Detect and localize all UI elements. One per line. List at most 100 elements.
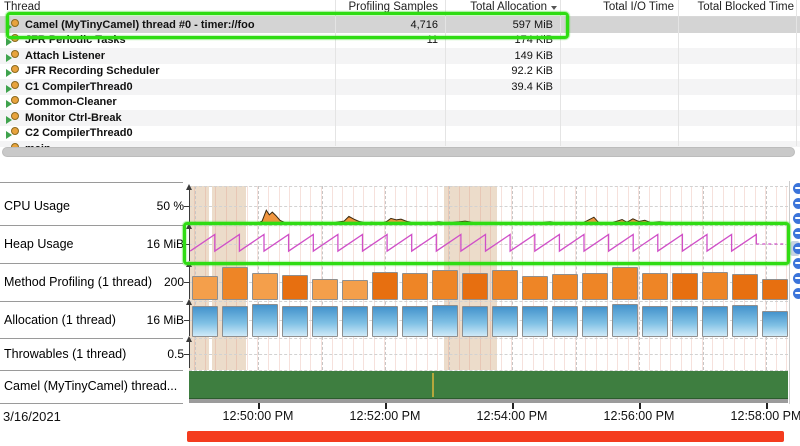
lane-separator <box>0 370 183 371</box>
lane-label: Allocation (1 thread) <box>4 312 116 328</box>
chart-tool-icon[interactable] <box>793 273 800 284</box>
annotation-box-thread-row <box>6 12 569 39</box>
allocation-bar <box>312 306 338 337</box>
thread-cell: JFR Recording Scheduler <box>0 65 335 77</box>
lane-separator <box>0 301 183 302</box>
allocation-bar <box>222 306 248 337</box>
thread-running-icon <box>6 81 21 93</box>
lane-label: CPU Usage <box>4 198 70 214</box>
allocation-cell: 39.4 KiB <box>445 81 560 93</box>
method-profiling-bar <box>192 276 218 300</box>
lane-separator <box>0 182 183 183</box>
lane-separator <box>0 263 183 264</box>
method-profiling-bar <box>732 274 758 300</box>
allocation-bar <box>492 306 518 337</box>
horizontal-gridline <box>189 354 788 355</box>
thread-cell: Monitor Ctrl-Break <box>0 112 335 124</box>
lane-y-axis-mid-tick <box>184 320 190 321</box>
thread-name: Monitor Ctrl-Break <box>25 112 122 124</box>
allocation-bar <box>582 306 608 337</box>
method-profiling-bar <box>642 273 668 300</box>
method-profiling-chart <box>189 263 788 301</box>
thread-running-icon <box>6 50 21 62</box>
table-row[interactable]: Monitor Ctrl-Break <box>0 110 800 126</box>
allocation-bar <box>552 306 578 337</box>
horizontal-gridline <box>189 338 788 339</box>
table-row[interactable]: Attach Listener 149 KiB <box>0 48 800 64</box>
thread-running-icon <box>6 112 21 124</box>
chart-tool-icon[interactable] <box>793 198 800 209</box>
thread-cell: C2 CompilerThread0 <box>0 127 335 139</box>
lane-y-axis-mid-tick <box>184 206 190 207</box>
lane-label: Throwables (1 thread) <box>4 346 126 362</box>
allocation-bar <box>372 306 398 337</box>
method-profiling-bar <box>342 280 368 301</box>
lane-y-axis-arrow-icon <box>186 184 192 190</box>
axis-tick-label: 50 % <box>104 198 184 214</box>
chart-tool-icon[interactable] <box>793 228 800 239</box>
allocation-cell: 149 KiB <box>445 50 560 62</box>
chart-tool-icon[interactable] <box>793 258 800 269</box>
method-profiling-bar <box>612 267 638 300</box>
axis-tick-label: 16 MiB <box>104 236 184 252</box>
lane-separator <box>0 225 183 226</box>
method-profiling-bar <box>402 273 428 300</box>
chart-tool-icon[interactable] <box>793 288 800 299</box>
lane-label: Camel (MyTinyCamel) thread... <box>4 378 177 394</box>
thread-lifeline-bar[interactable] <box>189 371 788 399</box>
allocation-bar <box>702 306 728 337</box>
thread-name: Common-Cleaner <box>25 96 117 108</box>
allocation-bar <box>432 305 458 337</box>
method-profiling-bar <box>462 273 488 300</box>
cpu-usage-chart <box>189 186 788 225</box>
date-label: 3/16/2021 <box>3 409 61 424</box>
method-profiling-bar <box>222 267 248 300</box>
time-range-selector[interactable] <box>187 431 784 442</box>
lane-label: Heap Usage <box>4 236 74 252</box>
chart-plot-area[interactable] <box>189 183 788 404</box>
thread-name: Attach Listener <box>25 50 105 62</box>
lifeline-event-marker <box>432 373 434 397</box>
time-axis-label: 12:56:00 PM <box>584 409 694 423</box>
table-row[interactable]: C2 CompilerThread0 <box>0 126 800 142</box>
thread-cell: Common-Cleaner <box>0 96 335 108</box>
thread-profiling-view: Thread Profiling Samples Total Allocatio… <box>0 0 800 446</box>
allocation-bar <box>642 306 668 337</box>
allocation-bar <box>672 306 698 337</box>
sort-descending-icon <box>551 6 557 10</box>
method-profiling-bar <box>702 272 728 300</box>
time-axis-label: 12:58:00 PM <box>711 409 800 423</box>
thread-cell: Attach Listener <box>0 50 335 62</box>
horizontal-scrollbar-thumb[interactable] <box>2 147 795 157</box>
method-profiling-bar <box>672 273 698 300</box>
time-axis-label: 12:54:00 PM <box>457 409 567 423</box>
table-row[interactable]: C1 CompilerThread0 39.4 KiB <box>0 79 800 95</box>
method-profiling-bar <box>492 270 518 300</box>
column-header-total-io-time[interactable]: Total I/O Time <box>562 1 674 13</box>
thread-cell: C1 CompilerThread0 <box>0 81 335 93</box>
thread-running-icon <box>6 96 21 108</box>
allocation-chart <box>189 301 788 338</box>
lane-y-axis-mid-tick <box>184 354 190 355</box>
thread-name: C1 CompilerThread0 <box>25 81 133 93</box>
allocation-cell: 92.2 KiB <box>445 65 560 77</box>
column-separator <box>678 0 679 146</box>
allocation-bar <box>612 304 638 337</box>
allocation-bar <box>762 311 788 337</box>
allocation-bar <box>192 306 218 337</box>
table-row[interactable]: JFR Recording Scheduler 92.2 KiB <box>0 64 800 80</box>
lifeline-scroll-strip <box>189 399 788 403</box>
chart-tool-icon[interactable] <box>793 183 800 194</box>
method-profiling-bar <box>522 276 548 300</box>
thread-name: C2 CompilerThread0 <box>25 127 133 139</box>
column-header-total-blocked-time[interactable]: Total Blocked Time <box>680 1 794 13</box>
time-axis-label: 12:50:00 PM <box>203 409 313 423</box>
chart-tool-icon[interactable] <box>793 243 800 254</box>
chart-tool-icon[interactable] <box>793 213 800 224</box>
allocation-bar <box>282 306 308 337</box>
lane-separator <box>0 338 183 339</box>
lane-y-axis-mid-tick <box>184 282 190 283</box>
allocation-bar <box>402 306 428 337</box>
allocation-bar <box>732 305 758 337</box>
table-row[interactable]: Common-Cleaner <box>0 95 800 111</box>
